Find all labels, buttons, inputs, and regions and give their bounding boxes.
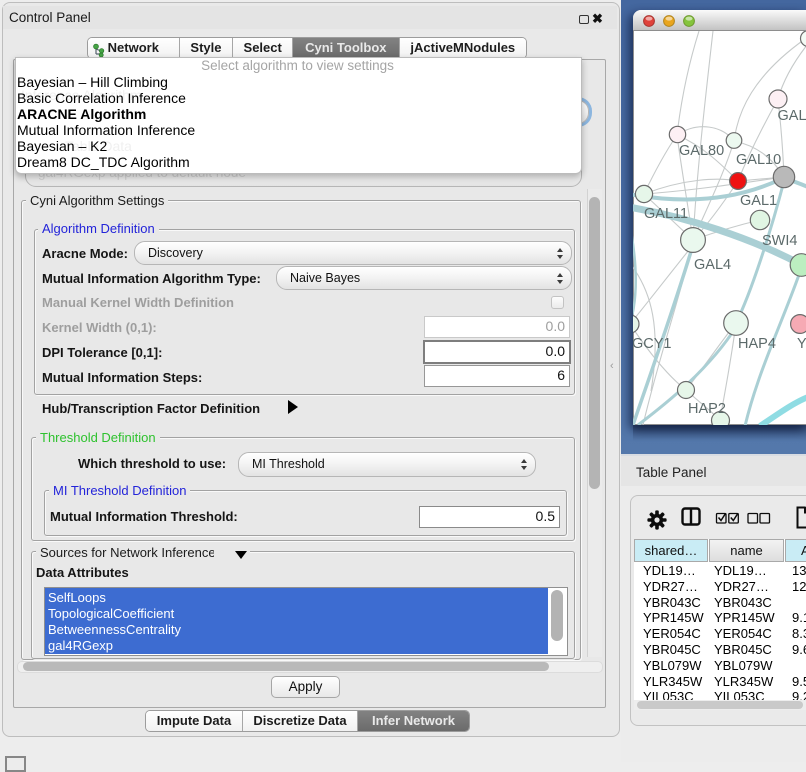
svg-text:SWI4: SWI4 [762, 233, 797, 249]
svg-text:GAL10: GAL10 [736, 152, 781, 168]
svg-text:HAP2: HAP2 [688, 401, 726, 417]
svg-text:GAL1: GAL1 [740, 193, 777, 209]
svg-text:GAL11: GAL11 [644, 206, 688, 222]
svg-text:Y: Y [797, 336, 806, 352]
svg-text:GAL7: GAL7 [778, 108, 806, 124]
svg-text:HAP4: HAP4 [738, 336, 776, 352]
svg-text:GAL4: GAL4 [694, 257, 731, 273]
svg-text:GAL80: GAL80 [679, 143, 724, 159]
svg-text:GCY1: GCY1 [633, 336, 672, 352]
